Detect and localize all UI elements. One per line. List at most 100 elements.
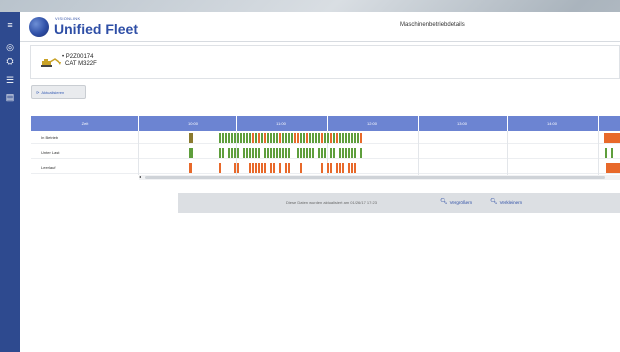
activity-segment (234, 133, 236, 143)
activity-segment (189, 163, 192, 173)
activity-segment (324, 133, 326, 143)
activity-segment (348, 163, 350, 173)
activity-segment (333, 133, 335, 143)
activity-segment (255, 148, 257, 158)
activity-segment (300, 163, 302, 173)
activity-segment (243, 148, 245, 158)
activity-segment (222, 148, 224, 158)
activity-segment (288, 163, 290, 173)
activity-segment (219, 133, 221, 143)
refresh-label: Aktualisieren (41, 89, 65, 95)
activity-segment (270, 163, 272, 173)
activity-segment (351, 163, 353, 173)
activity-segment (354, 163, 356, 173)
activity-segment (288, 148, 290, 158)
footer-bar: Diese Daten wurden aktualisiert am 01/26… (178, 193, 620, 213)
timeline-header: Zeit 10:00 11:00 12:00 13:00 14:00 (31, 116, 620, 131)
activity-segment (312, 148, 314, 158)
activity-segment (237, 133, 239, 143)
activity-segment (345, 148, 347, 158)
activity-segment (351, 148, 353, 158)
hour-label: 13:00 (456, 121, 468, 126)
activity-segment (243, 133, 245, 143)
activity-segment (228, 133, 230, 143)
activity-segment (285, 163, 287, 173)
activity-segment (252, 148, 254, 158)
activity-segment (321, 133, 323, 143)
activity-segment (252, 133, 254, 143)
header-divider (598, 116, 599, 131)
activity-segment (306, 133, 308, 143)
activity-segment (258, 133, 260, 143)
activity-segment (228, 148, 230, 158)
activity-segment (255, 133, 257, 143)
brand-name: Unified Fleet (54, 21, 139, 37)
scroll-left-arrow-icon[interactable]: ◂ (139, 174, 141, 179)
activity-segment (348, 148, 350, 158)
machine-model: CAT M322F (65, 61, 97, 67)
activity-segment (303, 148, 305, 158)
activity-segment (189, 133, 193, 143)
zoom-in-label: Vergrößern (449, 199, 473, 205)
activity-segment (309, 148, 311, 158)
activity-segment (270, 133, 272, 143)
magnifier-plus-icon: 🔍︎ (440, 199, 448, 205)
report-icon[interactable]: ▤ (3, 92, 17, 103)
machine-card: • P2Z00174 CAT M322F (30, 45, 620, 79)
refresh-button[interactable]: ⟳ Aktualisieren (31, 85, 86, 99)
timeline-scrollbar[interactable]: ◂ (139, 174, 620, 180)
activity-segment (342, 163, 344, 173)
activity-segment (339, 148, 341, 158)
activity-segment (315, 133, 317, 143)
gauge-icon[interactable]: ◎ (3, 42, 17, 53)
activity-segment (222, 133, 224, 143)
activity-segment (354, 148, 356, 158)
activity-segment (246, 133, 248, 143)
activity-segment (264, 148, 266, 158)
activity-segment (249, 148, 251, 158)
scroll-thumb[interactable] (145, 176, 605, 179)
activity-timeline: Zeit 10:00 11:00 12:00 13:00 14:00 In Be… (31, 116, 620, 186)
activity-segment (270, 148, 272, 158)
activity-segment (273, 163, 275, 173)
activity-segment (279, 148, 281, 158)
zoom-in-button[interactable]: 🔍︎ Vergrößern (440, 199, 472, 205)
header-divider (327, 116, 328, 131)
activity-segment (285, 133, 287, 143)
activity-segment (342, 148, 344, 158)
activity-segment (240, 133, 242, 143)
activity-segment (279, 163, 281, 173)
time-column-header: Zeit (81, 121, 89, 126)
page-title: Maschinenbetriebdetails (400, 22, 465, 28)
activity-segment (357, 133, 359, 143)
activity-segment (342, 133, 344, 143)
activity-segment (351, 133, 353, 143)
activity-segment (252, 163, 254, 173)
activity-segment (288, 133, 290, 143)
activity-segment (231, 148, 233, 158)
machine-id: • P2Z00174 (62, 54, 94, 60)
activity-bars (189, 133, 620, 173)
activity-segment (336, 163, 338, 173)
menu-icon[interactable]: ≡ (3, 20, 17, 31)
activity-segment (261, 163, 263, 173)
hour-label: 12:00 (366, 121, 378, 126)
activity-segment (345, 133, 347, 143)
machines-icon[interactable]: ⛭ (3, 56, 17, 67)
activity-segment (297, 133, 299, 143)
list-icon[interactable]: ☰ (3, 75, 17, 86)
activity-segment (306, 148, 308, 158)
sidebar: ≡ ◎ ⛭ ☰ ▤ (0, 12, 20, 352)
activity-segment (273, 133, 275, 143)
activity-segment (330, 133, 332, 143)
zoom-out-button[interactable]: 🔍︎ Verkleinern (490, 199, 522, 205)
activity-segment (312, 133, 314, 143)
activity-segment (249, 133, 251, 143)
activity-segment (333, 148, 335, 158)
zoom-out-label: Verkleinern (499, 199, 523, 205)
activity-segment (267, 133, 269, 143)
header: VISIONLINK Unified Fleet Maschinenbetrie… (20, 12, 620, 42)
activity-segment (225, 133, 227, 143)
activity-segment (354, 133, 356, 143)
activity-segment (231, 133, 233, 143)
